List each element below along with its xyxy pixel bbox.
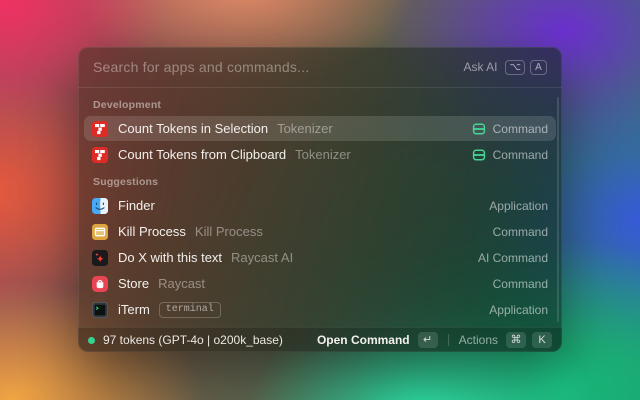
kill-process-icon xyxy=(92,224,108,240)
list-item[interactable]: Count Tokens from Clipboard Tokenizer Comm… xyxy=(84,142,556,167)
item-subtitle: Tokenizer xyxy=(277,121,333,136)
item-subtitle: Kill Process xyxy=(195,224,263,239)
section-header-suggestions: Suggestions xyxy=(84,168,556,193)
store-icon xyxy=(92,276,108,292)
item-accessory: Command xyxy=(472,148,548,162)
item-accessory: Command xyxy=(493,277,548,291)
command-icon xyxy=(472,148,486,162)
item-type-label: Command xyxy=(493,277,548,291)
item-title: Count Tokens in Selection xyxy=(118,121,268,136)
item-type-label: Command xyxy=(493,122,548,136)
search-bar: Search for apps and commands... Ask AI ⌥… xyxy=(78,47,562,88)
item-title: Finder xyxy=(118,198,155,213)
list-item[interactable]: iTerm terminal Application xyxy=(84,297,556,322)
list-item[interactable]: Kill Process Kill Process Command xyxy=(84,219,556,244)
list-item[interactable]: Count Tokens in Selection Tokenizer Comman… xyxy=(84,116,556,141)
status-right: Open Command ↵ Actions ⌘ K xyxy=(317,332,552,348)
item-subtitle: Tokenizer xyxy=(295,147,351,162)
finder-icon xyxy=(92,198,108,214)
list-item[interactable]: Store Raycast Command xyxy=(84,271,556,296)
command-icon xyxy=(472,122,486,136)
item-title: Kill Process xyxy=(118,224,186,239)
list-item[interactable]: Finder Application xyxy=(84,193,556,218)
status-left: 97 tokens (GPT-4o | o200k_base) xyxy=(88,333,317,347)
tokenizer-icon xyxy=(92,147,108,163)
item-accessory: Command xyxy=(493,225,548,239)
k-key-badge[interactable]: K xyxy=(532,332,552,348)
return-key-badge[interactable]: ↵ xyxy=(418,332,438,348)
item-subtitle: Raycast xyxy=(158,276,205,291)
actions-button[interactable]: Actions xyxy=(459,333,498,347)
tokenizer-icon xyxy=(92,121,108,137)
section-header-development: Development xyxy=(84,91,556,116)
item-title: Do X with this text xyxy=(118,250,222,265)
raycast-window: Search for apps and commands... Ask AI ⌥… xyxy=(78,47,562,352)
option-key-badge: ⌥ xyxy=(505,60,525,75)
scrollbar[interactable] xyxy=(557,97,559,322)
item-type-label: Application xyxy=(489,199,548,213)
token-count-text: 97 tokens (GPT-4o | o200k_base) xyxy=(103,333,283,347)
iterm-icon xyxy=(92,302,108,318)
item-title: Store xyxy=(118,276,149,291)
status-divider xyxy=(448,334,449,346)
item-accessory: AI Command xyxy=(478,251,548,265)
command-key-badge[interactable]: ⌘ xyxy=(506,332,526,348)
status-dot-icon xyxy=(88,337,95,344)
status-bar: 97 tokens (GPT-4o | o200k_base) Open Com… xyxy=(78,327,562,352)
raycast-ai-icon xyxy=(92,250,108,266)
item-type-label: Application xyxy=(489,303,548,317)
item-subtitle: Raycast AI xyxy=(231,250,293,265)
item-accessory: Application xyxy=(489,303,548,317)
results-list: Development Count Tokens in Selection Toke… xyxy=(78,89,562,327)
item-tag: terminal xyxy=(159,302,221,318)
item-title: iTerm xyxy=(118,302,150,317)
item-accessory: Command xyxy=(472,122,548,136)
ask-ai-hint[interactable]: Ask AI ⌥ A xyxy=(463,60,547,75)
ask-ai-label: Ask AI xyxy=(463,60,497,74)
list-item[interactable]: Do X with this text Raycast AI AI Command xyxy=(84,245,556,270)
item-accessory: Application xyxy=(489,199,548,213)
search-input[interactable]: Search for apps and commands... xyxy=(93,59,463,75)
item-title: Count Tokens from Clipboard xyxy=(118,147,286,162)
a-key-badge: A xyxy=(530,60,547,75)
item-type-label: Command xyxy=(493,148,548,162)
open-command-button[interactable]: Open Command xyxy=(317,333,410,347)
item-type-label: AI Command xyxy=(478,251,548,265)
item-type-label: Command xyxy=(493,225,548,239)
